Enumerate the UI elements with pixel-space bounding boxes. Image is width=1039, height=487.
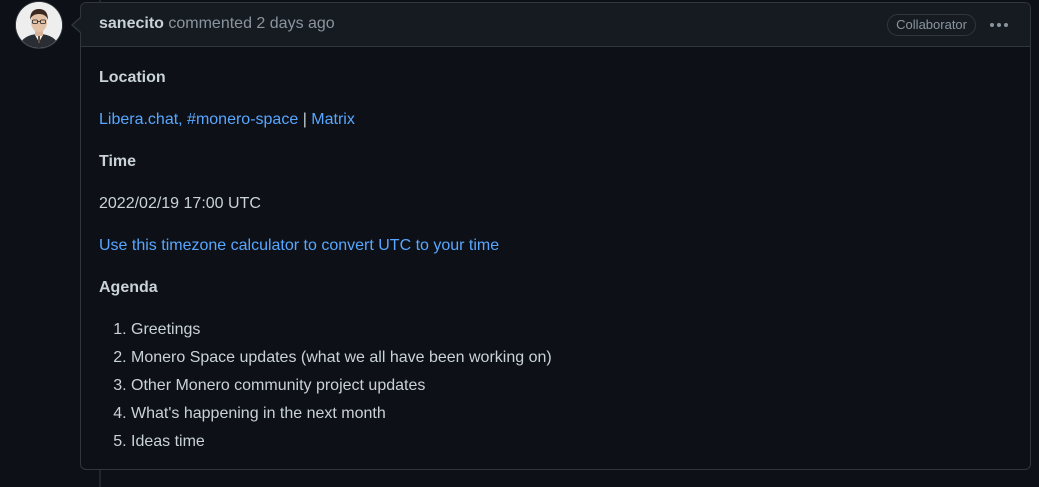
- location-paragraph: Libera.chat, #monero-space | Matrix: [99, 109, 1012, 131]
- agenda-list: Greetings Monero Space updates (what we …: [99, 319, 1012, 453]
- kebab-horizontal-icon[interactable]: [988, 15, 1010, 35]
- list-item: Other Monero community project updates: [131, 375, 1012, 397]
- location-heading: Location: [99, 69, 166, 86]
- time-value: 2022/02/19 17:00 UTC: [99, 195, 261, 212]
- comment-box: sanecito commented 2 days ago Collaborat…: [80, 2, 1031, 470]
- list-item: Ideas time: [131, 431, 1012, 453]
- author-link[interactable]: sanecito: [99, 15, 164, 32]
- agenda-heading: Agenda: [99, 279, 158, 296]
- timestamp-link[interactable]: 2 days ago: [256, 15, 334, 32]
- avatar[interactable]: [16, 2, 62, 48]
- time-heading: Time: [99, 153, 137, 170]
- comment-body: Location Libera.chat, #monero-space | Ma…: [81, 47, 1030, 453]
- avatar-image: [16, 2, 62, 48]
- location-separator: |: [302, 111, 307, 128]
- collaborator-badge: Collaborator: [887, 14, 976, 36]
- libera-chat-link[interactable]: Libera.chat, #monero-space: [99, 111, 298, 128]
- comment-meta: sanecito commented 2 days ago: [99, 15, 335, 33]
- matrix-link[interactable]: Matrix: [311, 111, 355, 128]
- timezone-paragraph: Use this timezone calculator to convert …: [99, 235, 1012, 257]
- action-text: commented: [168, 15, 252, 32]
- list-item: Monero Space updates (what we all have b…: [131, 347, 1012, 369]
- list-item: What's happening in the next month: [131, 403, 1012, 425]
- speech-pointer-fill: [73, 18, 81, 32]
- timezone-calculator-link[interactable]: Use this timezone calculator to convert …: [99, 237, 499, 254]
- list-item: Greetings: [131, 319, 1012, 341]
- comment-header: sanecito commented 2 days ago Collaborat…: [81, 3, 1030, 47]
